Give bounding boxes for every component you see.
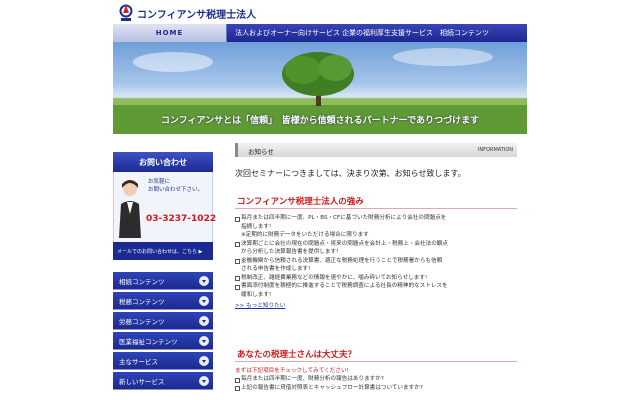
nav-home[interactable]: HOME <box>113 24 227 42</box>
contact-title: お問い合わせ <box>113 152 213 172</box>
menu-item-medical-welfare[interactable]: 医業福祉コンテンツ <box>113 332 213 350</box>
check-list: 毎月または四半期に一度、財務分析の報告はありますか? 上記の報告書に貸借対照表と… <box>235 375 517 392</box>
list-item: 金融機関から信頼される決算書、適正な税務処理を行うことで税務署からも信頼 <box>235 257 517 266</box>
list-item: 税制改正、雑経費業務などの情報を速やかに、噛み砕いてお知らせします! <box>235 274 517 283</box>
strengths-list: 毎月または四半期に一度、PL・BS・CFに基づいた財務分析により会社の問題点を … <box>235 214 517 299</box>
section-divider <box>235 208 517 209</box>
menu-item-label: 主なサービス <box>119 357 158 366</box>
nav-corporate-services[interactable]: 法人およびオーナー向けサービス <box>235 24 340 42</box>
nav-welfare-services[interactable]: 企業の福利厚生支援サービス <box>342 24 433 42</box>
hero-banner: コンフィアンサとは「信頼」 皆様から信頼されるパートナーでありつづけます <box>113 42 527 134</box>
list-item: 毎月または四半期に一度、PL・BS・CFに基づいた財務分析により会社の問題点を <box>235 214 517 223</box>
contact-note-line-2: お問い合わせ下さい。 <box>148 187 204 193</box>
menu-item-label: 新しいサービス <box>119 377 165 386</box>
more-link[interactable]: >> もっと知りたい <box>235 301 285 309</box>
logo-icon <box>119 4 133 21</box>
menu-item-main-services[interactable]: 主なサービス <box>113 352 213 370</box>
menu-item-labor[interactable]: 労務コンテンツ <box>113 312 213 330</box>
list-item: ※定期的に財務データをいただける場合に限ります <box>241 232 369 238</box>
page: コンフィアンサ税理士法人 HOME 法人およびオーナー向けサービス 企業の福利厚… <box>113 0 527 400</box>
news-text: 次回セミナーにつきましては、決まり次第、お知らせ致します。 <box>235 169 466 178</box>
menu-item-tax[interactable]: 税務コンテンツ <box>113 292 213 310</box>
check-intro: まずは下記項目をチェックしてみてください! <box>235 368 349 374</box>
contact-note: お気軽に お問い合わせ下さい。 <box>148 178 203 194</box>
section-strengths-title: コンフィアンサ税理士法人の強み <box>237 197 364 207</box>
section-check-title: あなたの税理士さんは大丈夫？ <box>237 350 357 360</box>
mail-contact-button[interactable]: メールでのお問い合わせは、こちら ▶ <box>113 242 213 260</box>
list-item: 上記の報告書に貸借対照表とキャッシュフロー計算書はついていますか? <box>235 384 517 393</box>
chevron-down-icon <box>199 336 209 346</box>
section-divider <box>235 361 517 362</box>
menu-item-label: 税務コンテンツ <box>119 297 165 306</box>
list-item: から分析した決算報告書を提供します! <box>241 249 339 255</box>
chevron-down-icon <box>199 316 209 326</box>
menu-item-label: 労務コンテンツ <box>119 317 165 326</box>
logo-text[interactable]: コンフィアンサ税理士法人 <box>137 6 256 21</box>
chevron-down-icon <box>199 276 209 286</box>
menu-item-label: 相続コンテンツ <box>119 277 165 286</box>
global-nav: HOME 法人およびオーナー向けサービス 企業の福利厚生支援サービス 相続コンテ… <box>113 24 527 42</box>
menu-item-new-services[interactable]: 新しいサービス <box>113 372 213 390</box>
chevron-down-icon <box>199 376 209 386</box>
news-header: お知らせ INFORMATION <box>235 143 517 157</box>
list-item: 決算期ごとに会社の現在の問題点・将来の問題点を会計上・税務上・会社法の観点 <box>235 240 517 249</box>
menu-item-label: 医業福祉コンテンツ <box>119 337 178 346</box>
menu-item-inheritance[interactable]: 相続コンテンツ <box>113 272 213 290</box>
chevron-down-icon <box>199 356 209 366</box>
nav-inheritance[interactable]: 相続コンテンツ <box>440 24 489 42</box>
list-item: 緩和します! <box>241 291 272 298</box>
operator-image <box>119 180 141 238</box>
phone-number[interactable]: 03-3237-1022 <box>146 214 216 224</box>
contact-note-line-1: お気軽に <box>148 179 171 185</box>
contact-box: お気軽に お問い合わせ下さい。 03-3237-1022 <box>113 172 216 242</box>
news-title: お知らせ <box>248 148 274 156</box>
news-tag: INFORMATION <box>477 147 513 153</box>
list-item: される申告書を作成します! <box>241 266 311 272</box>
chevron-down-icon <box>199 296 209 306</box>
list-item: 書面添付制度を積極的に推進することで税務調査による社長の精神的なストレスを <box>235 282 517 291</box>
list-item: 毎月または四半期に一度、財務分析の報告はありますか? <box>235 375 517 384</box>
list-item: 指摘します! <box>241 223 272 230</box>
hero-caption: コンフィアンサとは「信頼」 皆様から信頼されるパートナーでありつづけます <box>160 116 480 126</box>
header: コンフィアンサ税理士法人 <box>113 0 527 24</box>
